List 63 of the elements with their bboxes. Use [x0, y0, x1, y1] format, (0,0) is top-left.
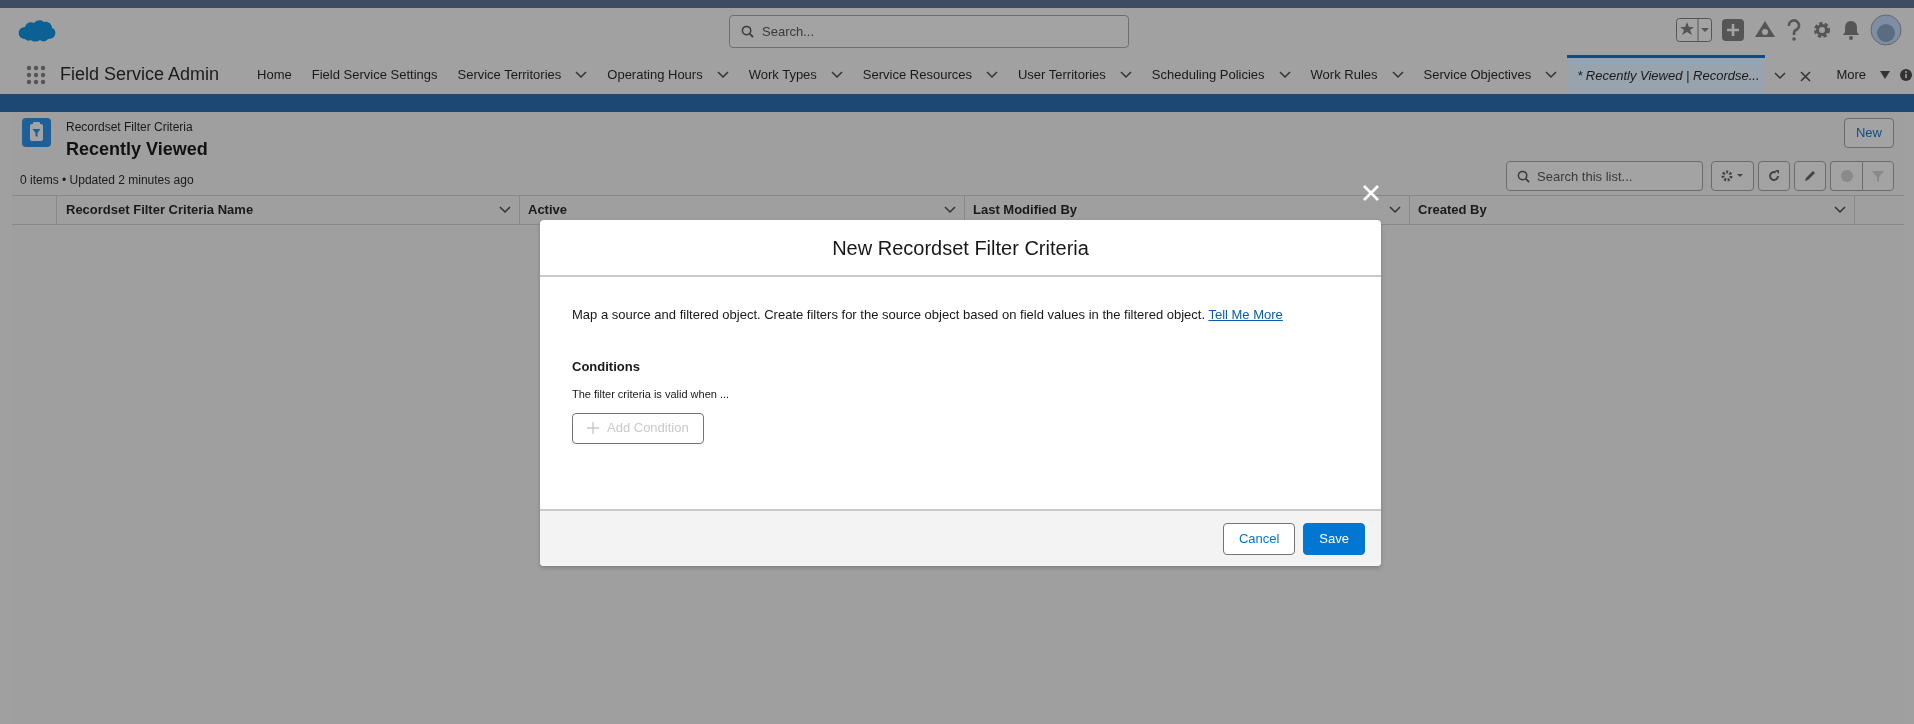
chevron-down-icon[interactable] [830, 70, 843, 79]
cancel-button[interactable]: Cancel [1222, 522, 1296, 555]
nav-tab[interactable]: Service Objectives [1413, 55, 1568, 94]
more-tab[interactable]: More [1826, 55, 1900, 94]
help-icon[interactable] [1786, 19, 1802, 41]
gear-icon [1720, 170, 1745, 182]
favorites-icon[interactable] [1676, 18, 1712, 42]
hint-text: The filter criteria is valid when ... [572, 387, 731, 402]
object-label: Recordset Filter Criteria [66, 119, 194, 136]
filter-icon [1871, 169, 1885, 183]
search-icon [1517, 170, 1530, 183]
chevron-down-icon[interactable] [575, 70, 588, 79]
section-heading: Conditions [572, 357, 641, 376]
search-icon [741, 25, 754, 38]
notification-bell-icon[interactable] [1842, 20, 1860, 40]
chevron-down-icon[interactable] [1773, 72, 1786, 80]
app-launcher-icon[interactable] [26, 64, 46, 85]
search-field[interactable]: Search... [729, 15, 1129, 48]
refresh-button[interactable] [1758, 161, 1790, 191]
chevron-down-icon[interactable] [944, 206, 956, 214]
chevron-down-icon[interactable] [1545, 70, 1558, 79]
modal-title: New Recordset Filter Criteria [540, 220, 1381, 277]
list-settings-button[interactable] [1711, 161, 1754, 191]
plus-icon [587, 422, 599, 434]
chevron-down-icon[interactable] [1389, 206, 1401, 214]
chevron-down-icon[interactable] [1391, 70, 1404, 79]
nav-tab[interactable]: Service Resources [852, 55, 1008, 94]
edit-button[interactable] [1794, 161, 1826, 191]
list-view-title[interactable]: Recently Viewed [66, 136, 208, 163]
nav-tab[interactable]: User Territories [1007, 55, 1142, 94]
chevron-down-icon[interactable] [1278, 70, 1291, 79]
filter-clipboard-icon [22, 118, 51, 147]
modal-description: Map a source and filtered object. Create filters for the source object based on field values in the filtered object. Tell Me More [572, 306, 1284, 324]
add-icon[interactable] [1722, 19, 1744, 41]
chevron-down-icon[interactable] [1119, 70, 1132, 79]
caret-icon [1880, 70, 1890, 79]
column-header[interactable]: Last Modified By [973, 200, 1077, 220]
nav-tab[interactable]: Home [247, 55, 302, 94]
chevron-down-icon[interactable] [1834, 206, 1846, 214]
nav-tab[interactable]: Operating Hours [597, 55, 739, 94]
nav-tab[interactable]: Field Service Settings [301, 55, 448, 94]
nav-tab[interactable]: Work Types [738, 55, 853, 94]
save-button[interactable]: Save [1303, 522, 1365, 555]
new-button[interactable]: New [1844, 118, 1894, 148]
app-name: Field Service Admin [60, 63, 220, 86]
list-status: 0 items • Updated 2 minutes ago [20, 172, 194, 189]
pencil-icon [1803, 169, 1817, 183]
refresh-icon [1767, 169, 1781, 183]
nav-tab[interactable]: Work Rules [1300, 55, 1414, 94]
info-icon[interactable] [1900, 68, 1912, 81]
chevron-down-icon[interactable] [985, 70, 998, 79]
column-header[interactable]: Recordset Filter Criteria Name [66, 200, 254, 220]
nav-tab[interactable]: Service Territories [447, 55, 598, 94]
nav-tab[interactable]: Scheduling Policies [1141, 55, 1301, 94]
column-header[interactable]: Created By [1418, 200, 1487, 220]
chevron-down-icon[interactable] [499, 206, 511, 214]
list-search-field[interactable]: Search this list... [1506, 161, 1703, 191]
tell-me-more-link[interactable]: Tell Me More [1208, 307, 1283, 322]
close-icon[interactable] [1799, 70, 1811, 82]
pie-chart-icon [1839, 169, 1854, 183]
chevron-down-icon[interactable] [716, 70, 729, 79]
column-header[interactable]: Active [528, 200, 568, 220]
settings-icon[interactable] [1812, 20, 1832, 40]
